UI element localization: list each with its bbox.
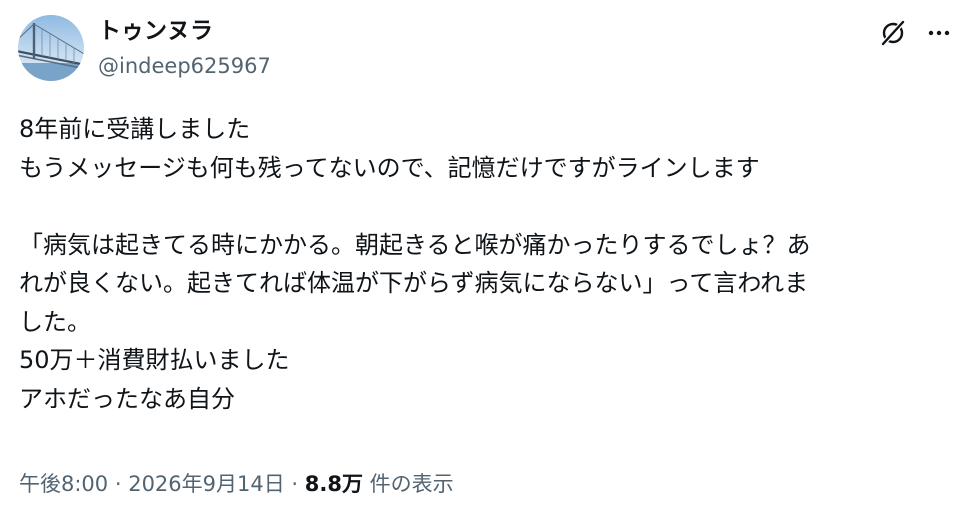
display-name[interactable]: トゥンヌラ	[98, 16, 271, 46]
avatar-bridge-photo	[18, 15, 84, 81]
grok-icon[interactable]	[878, 18, 908, 48]
tweet-line	[19, 187, 954, 226]
user-handle[interactable]: @indeep625967	[98, 52, 271, 80]
tweet-line: した。	[19, 307, 91, 336]
views-label: 件の表示	[369, 472, 454, 496]
tweet-line: 8年前に受講しました	[19, 115, 251, 143]
tweet-text: 8年前に受講しました もうメッセージも何も残ってないので、記憶だけですがラインし…	[19, 110, 954, 418]
tweet-line: れが良くない。起きてれば体温が下がらず病気にならない」って言われま	[19, 269, 809, 297]
tweet-timestamp[interactable]: 午後8:00 · 2026年9月14日	[19, 472, 285, 496]
views-link[interactable]: 8.8万 件の表示	[305, 472, 454, 496]
tweet-date: 2026年9月14日	[128, 472, 285, 496]
author-block: トゥンヌラ @indeep625967	[98, 16, 271, 80]
views-count: 8.8万	[304, 472, 363, 496]
tweet-meta: 午後8:00 · 2026年9月14日 · 8.8万 件の表示	[19, 469, 454, 499]
meta-separator: ·	[108, 472, 129, 496]
tweet-time: 午後8:00	[19, 472, 109, 496]
tweet-line: 50万＋消費財払いました	[19, 346, 290, 374]
avatar[interactable]	[18, 15, 84, 81]
tweet-card: トゥンヌラ @indeep625967 8年前に受講しました もうメッセージも何…	[0, 0, 967, 516]
tweet-line: 「病気は起きてる時にかかる。朝起きると喉が痛かったりするでしょ？あ	[19, 230, 811, 259]
tweet-line: アホだったなあ自分	[19, 384, 235, 413]
more-icon[interactable]	[925, 18, 953, 48]
tweet-line: もうメッセージも何も残ってないので、記憶だけですがラインします	[19, 153, 760, 182]
meta-separator: ·	[284, 472, 305, 496]
